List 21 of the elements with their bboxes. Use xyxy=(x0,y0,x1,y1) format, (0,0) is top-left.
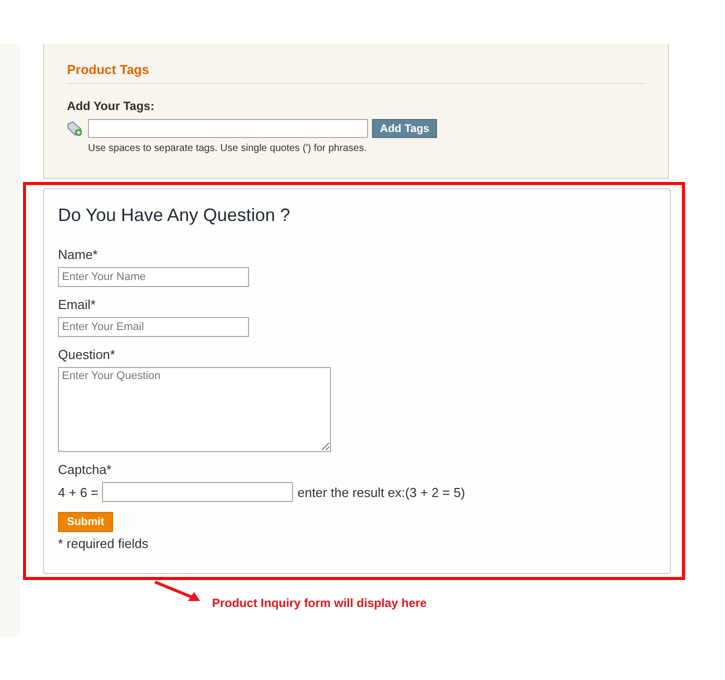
arrow-icon xyxy=(154,581,202,603)
captcha-hint: enter the result ex:(3 + 2 = 5) xyxy=(297,484,466,500)
field-label: Captcha* xyxy=(58,462,112,477)
input-field[interactable]: Enter Your Name xyxy=(58,267,249,287)
field-label: Question* xyxy=(58,347,116,362)
field-label: Name* xyxy=(58,247,99,262)
required-note: * required fields xyxy=(58,536,150,551)
submit-button[interactable]: Submit xyxy=(58,512,114,532)
add-tags-button[interactable]: Add Tags xyxy=(372,119,438,138)
field-label: Add Your Tags: xyxy=(67,99,156,113)
question-textarea[interactable]: Enter Your Question xyxy=(58,367,331,452)
input-field[interactable]: Enter Your Email xyxy=(58,317,249,337)
captcha-question: 4 + 6 = xyxy=(58,484,98,500)
tag-icon xyxy=(67,120,83,136)
captcha-input[interactable] xyxy=(102,482,294,502)
hint-text: Use spaces to separate tags. Use single quotes (') for phrases. xyxy=(88,143,368,154)
annotation-text: Product Inquiry form will display here xyxy=(212,596,427,610)
form-title: Do You Have Any Question ? xyxy=(58,205,292,226)
field-label: Email* xyxy=(58,297,97,312)
tags-input[interactable] xyxy=(88,119,368,138)
section-title: Product Tags xyxy=(67,62,645,84)
